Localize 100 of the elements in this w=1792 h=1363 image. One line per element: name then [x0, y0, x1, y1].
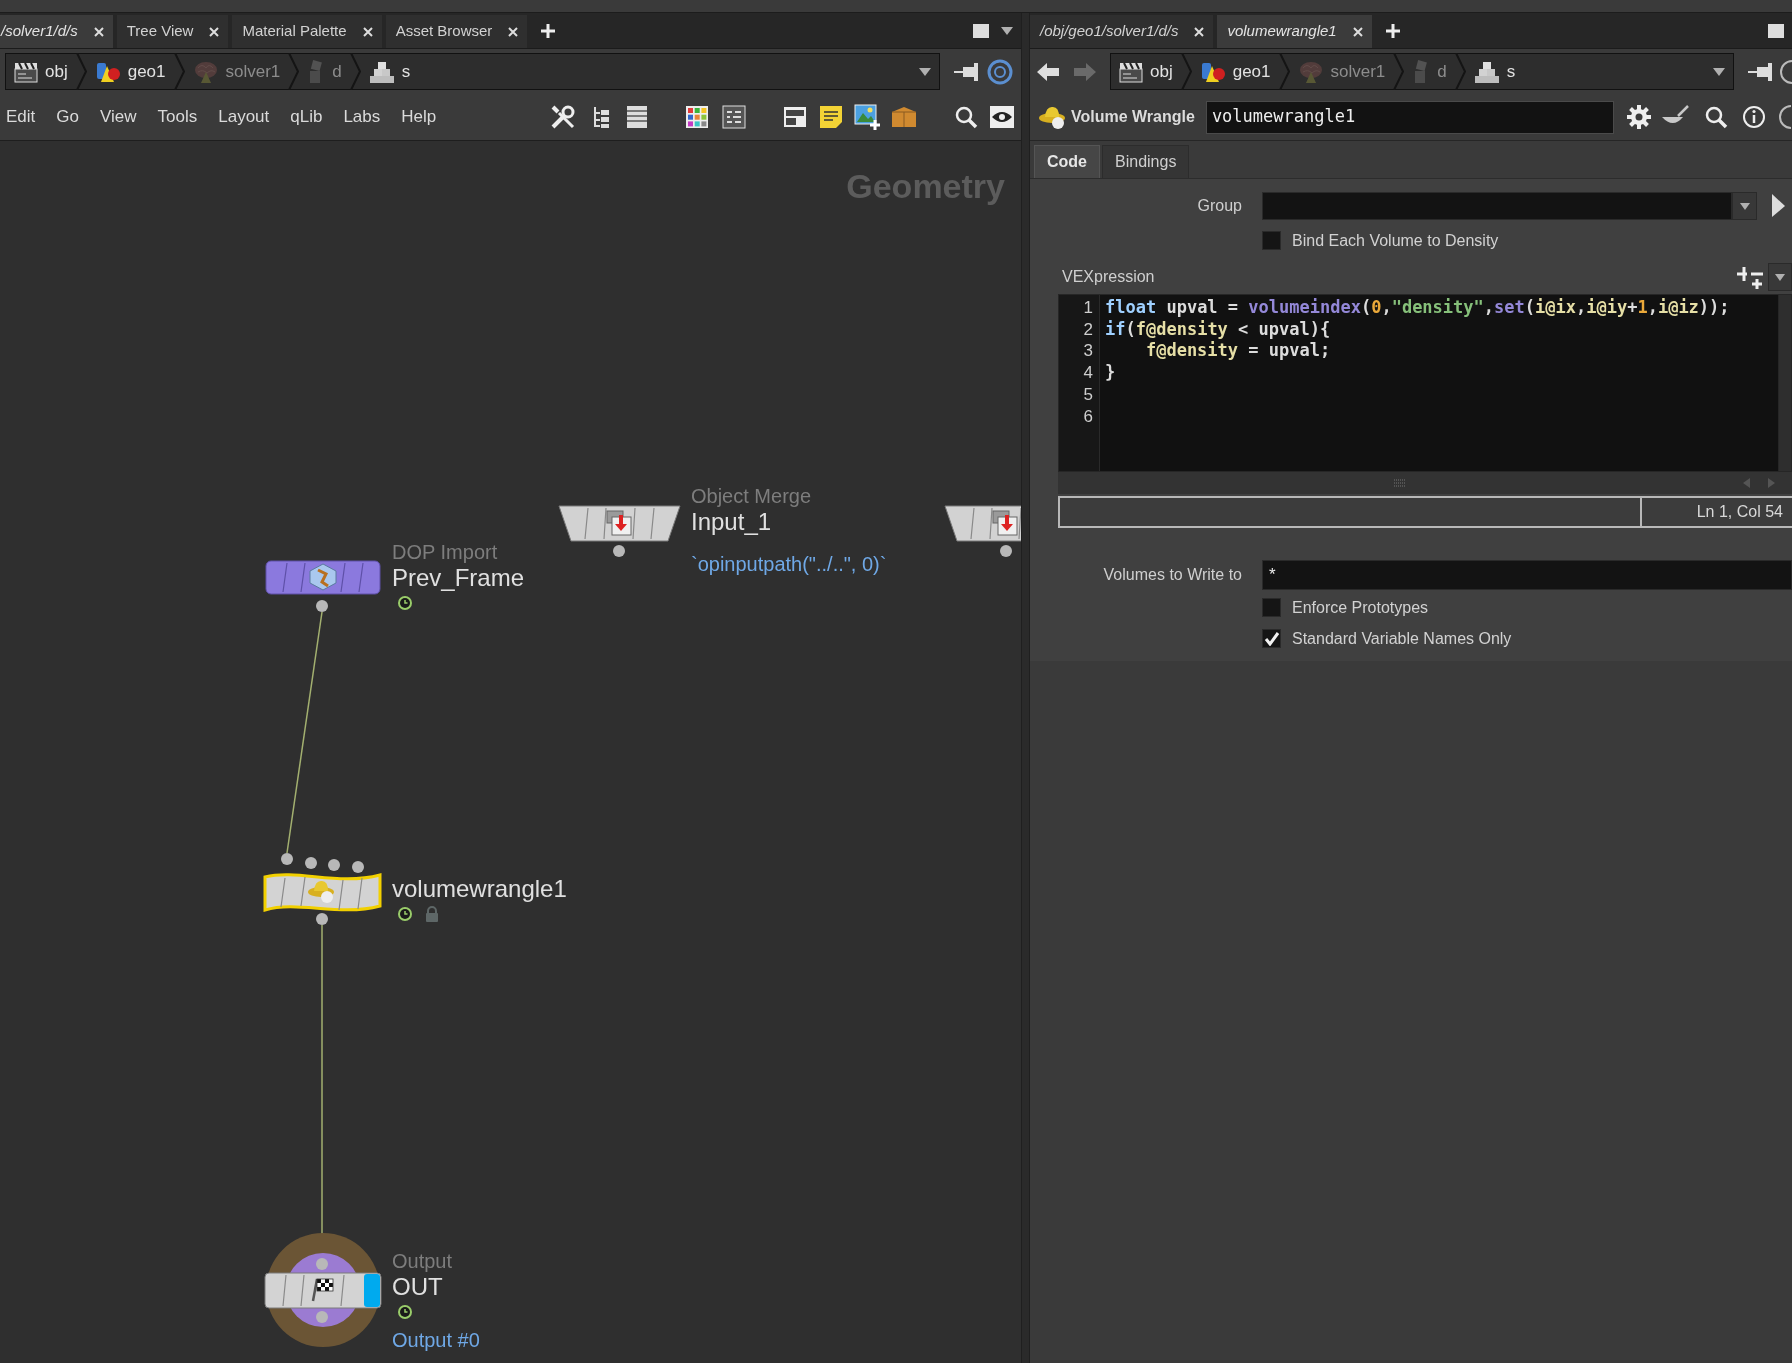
info-icon[interactable] [1741, 105, 1766, 129]
breadcrumb-item[interactable]: d [303, 54, 346, 89]
maximize-icon[interactable] [973, 23, 989, 38]
shapes-icon [1199, 60, 1226, 83]
checkmark-icon [1263, 631, 1280, 646]
node-name: Prev_Frame [392, 564, 525, 592]
tree-list-icon[interactable] [591, 105, 611, 129]
line-number: 2 [1083, 318, 1093, 341]
breadcrumb-item[interactable]: solver1 [188, 54, 285, 89]
menu-item[interactable]: Tools [157, 104, 198, 130]
menu-item[interactable]: Layout [218, 104, 270, 130]
plus-minus-icon[interactable] [1736, 264, 1764, 290]
close-icon[interactable] [209, 26, 220, 37]
panel-grid-icon[interactable] [722, 105, 746, 129]
pin-icon[interactable] [1748, 61, 1772, 82]
image-add-icon[interactable] [854, 104, 880, 130]
tab[interactable]: /obj/geo1/solver1/d/s [1030, 15, 1214, 48]
menu-item[interactable]: Go [56, 104, 79, 130]
pin-icon[interactable] [954, 61, 978, 82]
breadcrumb-item[interactable]: geo1 [1195, 54, 1275, 89]
box-icon[interactable] [891, 106, 917, 128]
node-comment: Output #0 [392, 1328, 480, 1352]
stacked-blocks-icon [368, 60, 395, 83]
box-arrow-icon [991, 509, 1019, 537]
menu-item[interactable]: qLib [290, 104, 323, 130]
eye-icon[interactable] [990, 106, 1014, 128]
close-icon[interactable] [1352, 26, 1363, 37]
menu-item[interactable]: Help [401, 104, 437, 130]
network-node[interactable] [264, 1272, 382, 1309]
layout-icon[interactable] [783, 106, 807, 128]
ring-icon[interactable] [1780, 58, 1792, 85]
line-number: 3 [1083, 340, 1093, 363]
scrollbar[interactable] [1778, 295, 1791, 471]
node-type-label: DOP Import [392, 540, 498, 564]
dropdown-button[interactable] [1768, 263, 1792, 291]
tab[interactable]: Asset Browser [385, 15, 528, 48]
tab[interactable]: /solver1/d/s [0, 15, 113, 48]
checkbox[interactable] [1262, 231, 1281, 250]
dropdown-button[interactable] [1732, 192, 1757, 220]
target-icon[interactable] [987, 58, 1013, 85]
cube-figure-icon [309, 563, 337, 591]
node-type-label: Output [392, 1249, 453, 1273]
network-node[interactable] [263, 870, 382, 915]
maximize-icon[interactable] [1768, 23, 1784, 38]
caret-icon[interactable] [919, 67, 931, 76]
breadcrumb-item[interactable]: obj [10, 54, 72, 89]
checkbox[interactable] [1262, 598, 1281, 617]
settings-icon[interactable] [1625, 104, 1652, 130]
node-type-label: Object Merge [691, 484, 812, 508]
breadcrumb-item[interactable]: s [1469, 54, 1520, 89]
line-number: 5 [1083, 383, 1093, 406]
shapes-icon [94, 60, 121, 83]
caret-icon [1739, 202, 1750, 210]
tab[interactable]: Material Palette [232, 15, 382, 48]
tab[interactable]: Bindings [1102, 145, 1190, 178]
add-tab-icon[interactable] [540, 23, 557, 39]
tab[interactable]: volumewrangle1 [1217, 15, 1372, 48]
breadcrumb-item[interactable]: d [1408, 54, 1451, 89]
note-icon[interactable] [819, 105, 843, 129]
tab[interactable]: Code [1034, 145, 1100, 178]
add-tab-icon[interactable] [1384, 23, 1401, 39]
node-comment: `opinputpath("../..", 0)` [691, 552, 887, 576]
node-name: Input_1 [691, 508, 772, 536]
node-name-field[interactable]: volumewrangle1 [1205, 100, 1614, 134]
pointer-icon[interactable] [1771, 193, 1785, 219]
close-icon[interactable] [508, 26, 519, 37]
close-icon[interactable] [1194, 26, 1205, 37]
caret-icon[interactable] [1001, 26, 1013, 35]
checkbox-label: Standard Variable Names Only [1292, 628, 1512, 649]
field-label: Volumes to Write to [1102, 565, 1242, 585]
menu-item[interactable]: View [100, 104, 137, 130]
search-icon[interactable] [1703, 105, 1728, 129]
checkbox[interactable] [1262, 629, 1281, 648]
code-line: float upval = volumeindex(0,"density",set(i@ix,i@iy+1,i@iz)); [1105, 297, 1731, 319]
close-icon[interactable] [93, 26, 104, 37]
list-icon[interactable] [626, 105, 648, 129]
grip-icon [1393, 479, 1407, 487]
breadcrumb-item[interactable]: solver1 [1293, 54, 1390, 89]
ring-icon[interactable] [1778, 104, 1791, 130]
breadcrumb-item[interactable]: s [364, 54, 415, 89]
color-grid-icon[interactable] [686, 106, 708, 128]
tab[interactable]: Tree View [116, 15, 229, 48]
menu-item[interactable]: Labs [343, 104, 381, 130]
checkbox-label: Enforce Prototypes [1292, 597, 1429, 618]
menu-field[interactable] [1262, 192, 1732, 220]
wrench-icon[interactable] [550, 104, 576, 130]
search-icon[interactable] [954, 105, 978, 129]
line-number: 1 [1083, 297, 1093, 319]
breadcrumb-item[interactable]: geo1 [90, 54, 170, 89]
menu-item[interactable]: Edit [6, 104, 36, 130]
caret-icon[interactable] [1713, 67, 1725, 76]
back-arrow-icon[interactable] [1036, 60, 1060, 83]
code-line: f@density = upval; [1144, 340, 1332, 363]
checkered-flag-icon [311, 1278, 334, 1302]
cursor-position: Ln 1, Col 54 [1642, 496, 1792, 528]
text-field[interactable]: * [1262, 560, 1792, 590]
breadcrumb-item[interactable]: obj [1115, 54, 1177, 89]
close-icon[interactable] [362, 26, 373, 37]
node-name: OUT [392, 1273, 443, 1301]
code-editor[interactable]: 1 2 3 4 5 6 float upval = volumeindex(0,"density",set(i@ix,i@iy+1,i@iz)); if(f@density < upval){ f@density = upval; } [1058, 294, 1792, 472]
